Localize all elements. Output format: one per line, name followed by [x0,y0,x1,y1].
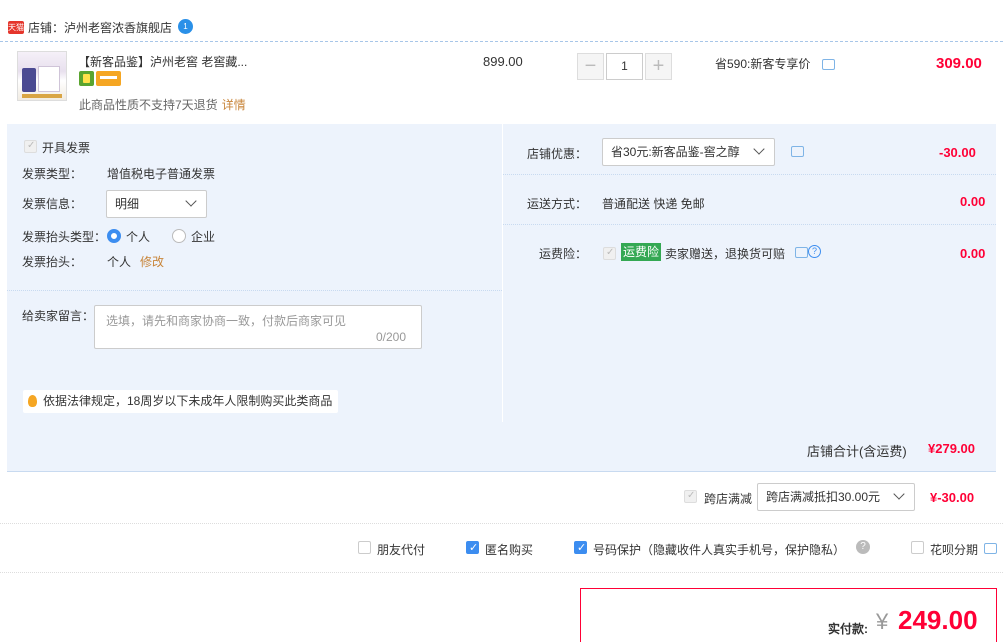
banner-strip [22,94,62,98]
invoice-type-label: 发票类型： [22,167,83,181]
help-icon[interactable]: ? [856,540,870,554]
message-icon[interactable] [984,543,997,554]
cross-store-label: 跨店满减 [704,492,753,506]
legal-note: 依据法律规定，18周岁以下未成年人限制购买此类商品 [23,390,339,413]
anonymous-checkbox[interactable] [466,541,479,554]
cross-store-value: ¥-30.00 [930,490,975,505]
service-badge-icon [79,71,94,86]
invoice-header-edit-link[interactable]: 修改 [140,253,164,270]
invoice-info-value: 明细 [115,197,140,211]
bottle-image [22,68,36,92]
panel-divider [503,174,996,175]
cross-store-checkbox[interactable] [684,490,697,503]
row-divider [0,523,1003,524]
radio-company[interactable] [172,229,186,243]
insurance-tag: 运费险 [621,243,662,261]
anonymous-label: 匿名购买 [485,543,534,557]
invoice-header-type-label: 发票抬头类型： [22,230,107,244]
unit-price: 899.00 [483,54,523,69]
delivery-panel [503,124,996,422]
payment-label: 实付款: [828,622,868,636]
number-protect-checkbox[interactable] [574,541,587,554]
message-icon[interactable] [795,247,808,258]
seller-note-label: 给卖家留言： [22,309,95,323]
row-divider [0,572,1003,573]
friend-pay-label: 朋友代付 [377,543,426,557]
invoice-header-label: 发票抬头： [22,255,83,269]
huabei-label: 花呗分期 [930,543,979,557]
invoice-open-label: 开具发票 [42,141,91,155]
return-policy-text: 此商品性质不支持7天退货 [79,98,218,112]
line-total: 309.00 [936,55,982,72]
return-policy-note: 此商品性质不支持7天退货 详情 [79,96,246,113]
insurance-desc: 卖家赠送，退换货可赔 [665,247,786,261]
invoice-checkbox[interactable] [24,140,37,153]
radio-personal[interactable] [107,229,121,243]
discount-note: 省590:新客专享价 [715,57,811,71]
message-icon[interactable] [822,59,835,70]
shop-name-link[interactable]: 店铺：泸州老窖浓香旗舰店 [28,19,172,36]
radio-personal-label: 个人 [126,230,151,244]
invoice-info-label: 发票信息： [22,197,83,211]
shipping-price: 0.00 [960,194,986,209]
chat-icon[interactable]: 1 [178,19,193,34]
store-discount-select[interactable]: 省30元:新客品鉴-窖之醇 [602,138,775,166]
quantity-increase-button[interactable]: + [645,53,672,80]
huabei-checkbox[interactable] [911,541,924,554]
insurance-label: 运费险： [539,247,588,261]
number-protect-label: 号码保护（隐藏收件人真实手机号，保护隐私） [593,543,846,557]
product-thumbnail[interactable] [17,51,67,101]
lightbulb-icon [28,395,37,407]
quantity-input[interactable]: 1 [606,53,643,80]
store-discount-label: 店铺优惠： [527,147,588,161]
invoice-header-value: 个人 [107,255,132,269]
cross-store-selected: 跨店满减抵扣30.00元 [766,490,881,504]
product-title-link[interactable]: 【新客品鉴】泸州老窖 老窖藏... [78,53,247,70]
panel-divider [7,290,502,291]
invoice-type-value: 增值税电子普通发票 [107,167,216,181]
radio-company-label: 企业 [191,230,216,244]
help-circle-icon[interactable]: ? [808,245,821,258]
currency-symbol: ¥ [876,609,889,634]
gift-box-image [38,66,60,92]
panel-divider [503,224,996,225]
quantity-decrease-button[interactable]: − [577,53,604,80]
seller-note-placeholder: 选填，请先和商家协商一致，付款后商家可见 [106,314,347,328]
return-detail-link[interactable]: 详情 [222,98,246,112]
shipping-label: 运送方式： [527,197,588,211]
insurance-price: 0.00 [960,246,986,261]
friend-pay-checkbox[interactable] [358,541,371,554]
card-badge-icon [96,71,121,86]
shop-total-label: 店铺合计(含运费) [807,444,907,459]
insurance-checkbox[interactable] [603,247,616,260]
shop-total-value: ¥279.00 [928,441,975,456]
payment-amount: 249.00 [898,605,978,635]
shipping-value: 普通配送 快递 免邮 [602,197,705,211]
store-discount-selected: 省30元:新客品鉴-窖之醇 [611,145,740,159]
seller-note-counter: 0/200 [376,330,407,344]
message-icon[interactable] [791,146,804,157]
store-discount-value: -30.00 [939,145,976,160]
tmall-logo-icon: 天猫 [8,21,24,34]
cross-store-select[interactable]: 跨店满减抵扣30.00元 [757,483,915,511]
